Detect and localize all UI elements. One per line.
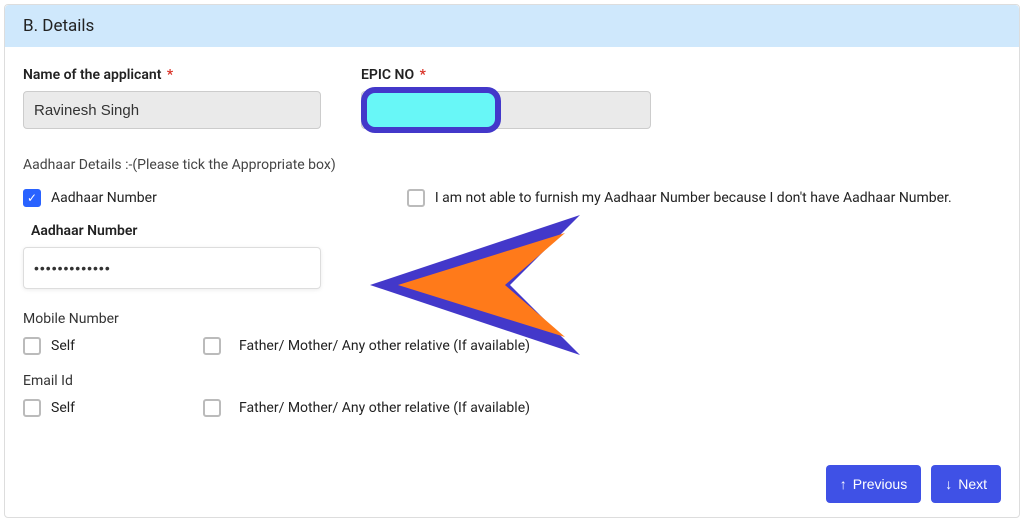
top-row: Name of the applicant * EPIC NO * [23,67,1001,129]
aadhaar-nohave-label: I am not able to furnish my Aadhaar Numb… [435,190,952,206]
email-options: Self Father/ Mother/ Any other relative … [23,399,1001,417]
arrow-down-icon: ↓ [945,476,952,492]
mobile-self-label: Self [51,338,75,354]
arrow-up-icon: ↑ [840,476,847,492]
next-label: Next [958,476,987,492]
footer-buttons: ↑ Previous ↓ Next [826,465,1001,503]
previous-button[interactable]: ↑ Previous [826,465,921,503]
name-input[interactable] [23,91,321,129]
mobile-relative-checkbox[interactable] [203,337,221,355]
name-label: Name of the applicant * [23,67,321,83]
epic-label: EPIC NO * [361,67,651,83]
epic-label-text: EPIC NO [361,67,414,83]
aadhaar-nohave-checkbox[interactable] [407,189,425,207]
panel-title: B. Details [23,16,94,36]
name-label-text: Name of the applicant [23,67,161,83]
previous-label: Previous [853,476,907,492]
epic-wrap [361,91,651,129]
aadhaar-number-input[interactable] [23,247,321,289]
aadhaar-nohave-item: I am not able to furnish my Aadhaar Numb… [407,189,952,207]
email-label: Email Id [23,373,1001,389]
mobile-label: Mobile Number [23,311,1001,327]
aadhaar-number-label: Aadhaar Number [31,223,1001,239]
mobile-options: Self Father/ Mother/ Any other relative … [23,337,1001,355]
aadhaar-has-checkbox[interactable] [23,189,41,207]
required-star: * [167,67,173,83]
epic-group: EPIC NO * [361,67,651,129]
aadhaar-section-note: Aadhaar Details :-(Please tick the Appro… [23,157,1001,173]
details-panel: B. Details Name of the applicant * EPIC … [4,4,1020,518]
panel-header: B. Details [5,5,1019,47]
epic-input[interactable] [361,91,651,129]
email-self-checkbox[interactable] [23,399,41,417]
email-relative-label: Father/ Mother/ Any other relative (If a… [239,400,530,416]
required-star: * [420,67,426,83]
aadhaar-checkbox-row: Aadhaar Number I am not able to furnish … [23,189,1001,207]
mobile-section: Mobile Number Self Father/ Mother/ Any o… [23,311,1001,417]
aadhaar-has-label: Aadhaar Number [51,190,157,206]
next-button[interactable]: ↓ Next [931,465,1001,503]
email-self-label: Self [51,400,75,416]
aadhaar-has-item: Aadhaar Number [23,189,157,207]
mobile-relative-label: Father/ Mother/ Any other relative (If a… [239,338,530,354]
mobile-self-checkbox[interactable] [23,337,41,355]
email-relative-checkbox[interactable] [203,399,221,417]
name-group: Name of the applicant * [23,67,321,129]
panel-body: Name of the applicant * EPIC NO * Aadhaa… [5,47,1019,445]
